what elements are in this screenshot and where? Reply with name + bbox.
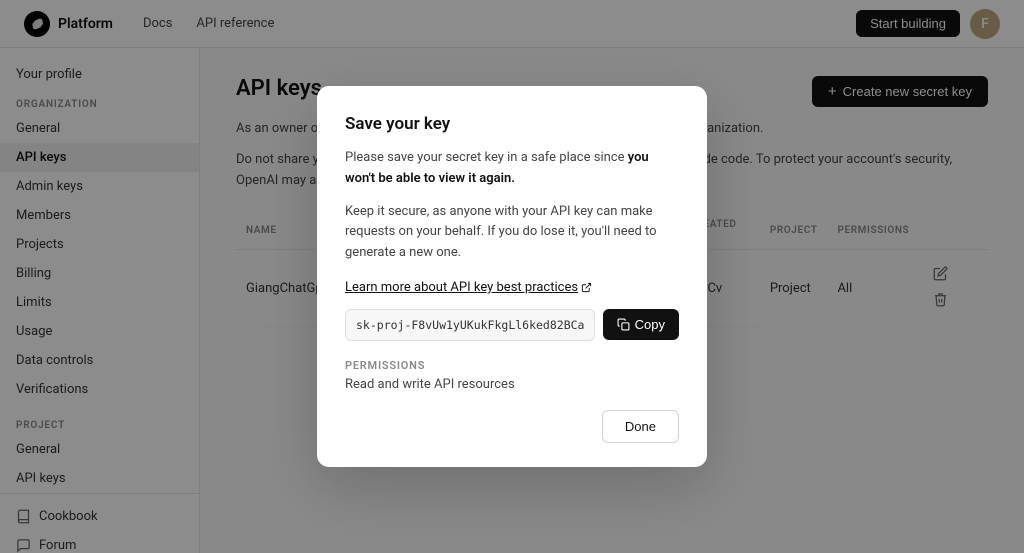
learn-more-link[interactable]: Learn more about API key best practices <box>345 280 592 295</box>
modal-footer: Done <box>345 410 679 443</box>
modal-text-2: Keep it secure, as anyone with your API … <box>345 202 679 264</box>
permissions-section: Permissions Read and write API resources <box>345 359 679 392</box>
key-input-row: Copy <box>345 309 679 341</box>
external-link-icon <box>581 282 592 293</box>
modal-title: Save your key <box>345 114 679 134</box>
modal-overlay: Save your key Please save your secret ke… <box>0 0 1024 553</box>
save-key-modal: Save your key Please save your secret ke… <box>317 86 707 467</box>
permissions-value: Read and write API resources <box>345 377 679 392</box>
key-input[interactable] <box>345 309 595 341</box>
modal-text-1: Please save your secret key in a safe pl… <box>345 148 679 190</box>
copy-icon <box>617 318 630 331</box>
done-button[interactable]: Done <box>602 410 679 443</box>
copy-button[interactable]: Copy <box>603 309 679 340</box>
permissions-label: Permissions <box>345 359 679 372</box>
